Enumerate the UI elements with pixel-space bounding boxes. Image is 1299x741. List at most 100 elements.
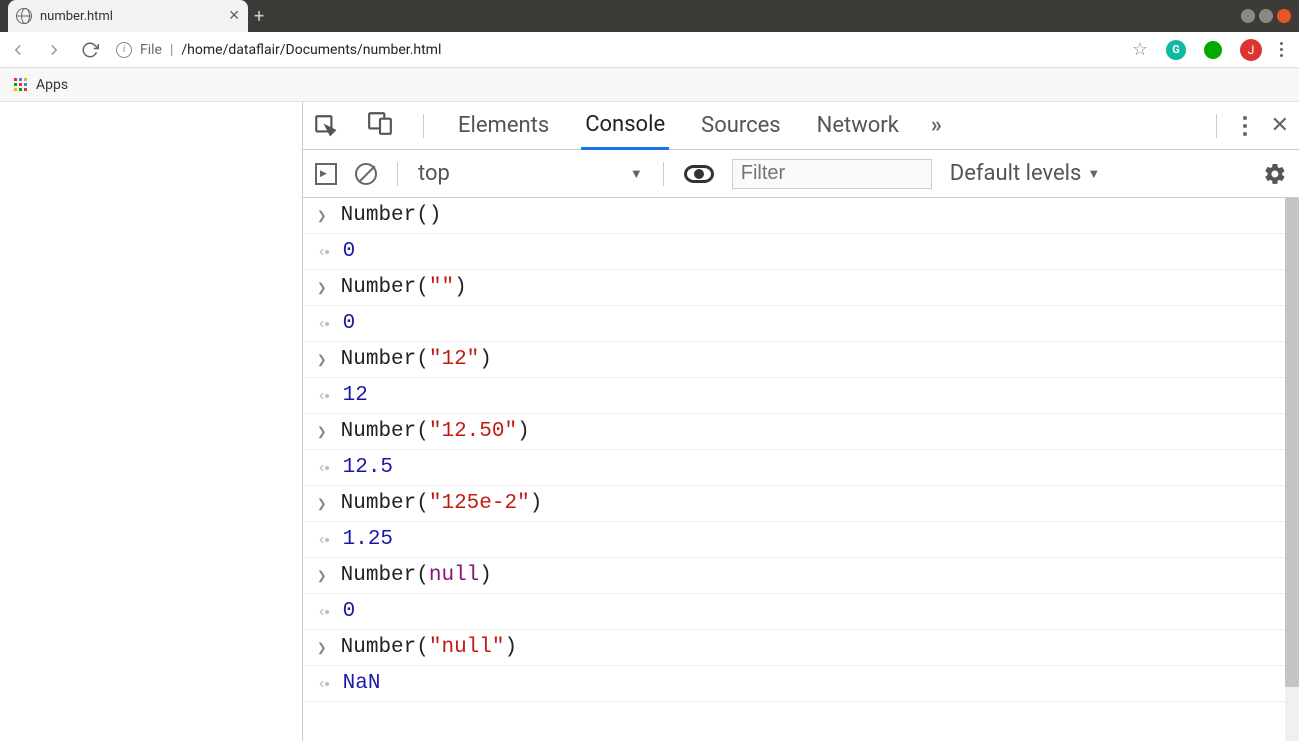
console-input-row: ❯ Number() <box>303 198 1299 234</box>
console-text: Number("null") <box>341 636 517 659</box>
separator <box>397 162 398 186</box>
console-output-row: ‹ 12.5 <box>303 450 1299 486</box>
separator <box>663 162 664 186</box>
console-output-row: ‹ 12 <box>303 378 1299 414</box>
console-input-row: ❯ Number("null") <box>303 630 1299 666</box>
output-arrow-icon: ‹ <box>317 459 329 477</box>
input-arrow-icon: ❯ <box>317 206 327 226</box>
browser-menu-icon[interactable] <box>1280 42 1283 57</box>
titlebar: number.html ✕ + <box>0 0 1299 32</box>
console-input-row: ❯ Number("12") <box>303 342 1299 378</box>
console-text: Number("") <box>341 276 467 299</box>
console-input-row: ❯ Number("") <box>303 270 1299 306</box>
addr-separator: | <box>170 42 173 58</box>
context-label: top <box>418 161 450 186</box>
scrollbar[interactable] <box>1285 198 1299 741</box>
device-icon[interactable] <box>367 110 393 142</box>
context-selector[interactable]: top ▼ <box>418 161 643 186</box>
urlbar: i File | /home/dataflair/Documents/numbe… <box>0 32 1299 68</box>
filter-input[interactable] <box>732 159 932 189</box>
live-expression-icon[interactable] <box>684 165 714 183</box>
apps-label[interactable]: Apps <box>36 77 68 93</box>
globe-icon <box>16 8 32 24</box>
tab-elements[interactable]: Elements <box>454 103 553 148</box>
clear-console-icon[interactable] <box>355 163 377 185</box>
input-arrow-icon: ❯ <box>317 350 327 370</box>
devtools-tabs: Elements Console Sources Network » ✕ <box>303 102 1299 150</box>
input-arrow-icon: ❯ <box>317 638 327 658</box>
window-close-icon[interactable] <box>1277 9 1291 23</box>
separator <box>1216 114 1217 138</box>
window-controls <box>1241 9 1299 23</box>
console-settings-icon[interactable] <box>1263 162 1287 186</box>
bookmark-star-icon[interactable]: ☆ <box>1132 39 1148 60</box>
scroll-thumb[interactable] <box>1285 198 1299 687</box>
output-arrow-icon: ‹ <box>317 603 329 621</box>
tab-network[interactable]: Network <box>813 103 903 148</box>
forward-button[interactable] <box>44 40 64 60</box>
console-text: 0 <box>343 600 356 623</box>
addr-path: /home/dataflair/Documents/number.html <box>181 42 441 58</box>
maximize-icon[interactable] <box>1259 9 1273 23</box>
console-input-row: ❯ Number("12.50") <box>303 414 1299 450</box>
output-arrow-icon: ‹ <box>317 315 329 333</box>
extension-g-icon[interactable]: G <box>1166 40 1186 60</box>
log-levels-selector[interactable]: Default levels ▼ <box>950 161 1101 186</box>
tab-sources[interactable]: Sources <box>697 103 785 148</box>
minimize-icon[interactable] <box>1241 9 1255 23</box>
caret-down-icon: ▼ <box>1087 166 1100 182</box>
console-text: 12 <box>343 384 368 407</box>
console-output-row: ‹ NaN <box>303 666 1299 702</box>
console-text: 12.5 <box>343 456 393 479</box>
tab-title: number.html <box>40 9 220 24</box>
output-arrow-icon: ‹ <box>317 531 329 549</box>
console-text: Number("125e-2") <box>341 492 543 515</box>
console-input-row: ❯ Number(null) <box>303 558 1299 594</box>
console-text: Number("12.50") <box>341 420 530 443</box>
input-arrow-icon: ❯ <box>317 278 327 298</box>
console-body[interactable]: ❯Number()‹0❯Number("")‹0❯Number("12")‹12… <box>303 198 1299 741</box>
caret-down-icon: ▼ <box>630 166 643 182</box>
console-output-row: ‹ 1.25 <box>303 522 1299 558</box>
info-icon[interactable]: i <box>116 42 132 58</box>
separator <box>423 114 424 138</box>
devtools-close-icon[interactable]: ✕ <box>1271 113 1289 138</box>
console-text: 0 <box>343 240 356 263</box>
inspect-icon[interactable] <box>313 113 339 139</box>
console-text: NaN <box>343 672 381 695</box>
console-sidebar-icon[interactable]: ▶ <box>315 163 337 185</box>
devtools-right: ✕ <box>1214 113 1289 138</box>
output-arrow-icon: ‹ <box>317 243 329 261</box>
tab-console[interactable]: Console <box>581 102 669 150</box>
console-toolbar: ▶ top ▼ Default levels ▼ <box>303 150 1299 198</box>
console-text: Number(null) <box>341 564 492 587</box>
profile-avatar[interactable]: J <box>1240 39 1262 61</box>
input-arrow-icon: ❯ <box>317 566 327 586</box>
console-text: Number("12") <box>341 348 492 371</box>
apps-icon[interactable] <box>14 78 28 92</box>
browser-tab[interactable]: number.html ✕ <box>8 0 248 32</box>
devtools: Elements Console Sources Network » ✕ ▶ t… <box>302 102 1299 741</box>
levels-label: Default levels <box>950 161 1082 186</box>
console-output-row: ‹0 <box>303 306 1299 342</box>
console-output-row: ‹0 <box>303 234 1299 270</box>
console-output-row: ‹0 <box>303 594 1299 630</box>
console-text: 1.25 <box>343 528 393 551</box>
more-tabs-icon[interactable]: » <box>931 113 942 138</box>
devtools-menu-icon[interactable] <box>1243 116 1247 136</box>
extension-green-icon[interactable] <box>1204 41 1222 59</box>
input-arrow-icon: ❯ <box>317 494 327 514</box>
toolbar-right: ☆ G J <box>1132 39 1291 61</box>
close-tab-icon[interactable]: ✕ <box>228 8 240 24</box>
output-arrow-icon: ‹ <box>317 387 329 405</box>
input-arrow-icon: ❯ <box>317 422 327 442</box>
console-input-row: ❯ Number("125e-2") <box>303 486 1299 522</box>
back-button[interactable] <box>8 40 28 60</box>
addr-scheme: File <box>140 42 162 58</box>
new-tab-button[interactable]: + <box>254 6 264 27</box>
console-text: Number() <box>341 204 442 227</box>
console-text: 0 <box>343 312 356 335</box>
reload-button[interactable] <box>80 40 100 60</box>
output-arrow-icon: ‹ <box>317 675 329 693</box>
address-bar[interactable]: i File | /home/dataflair/Documents/numbe… <box>116 42 1116 58</box>
